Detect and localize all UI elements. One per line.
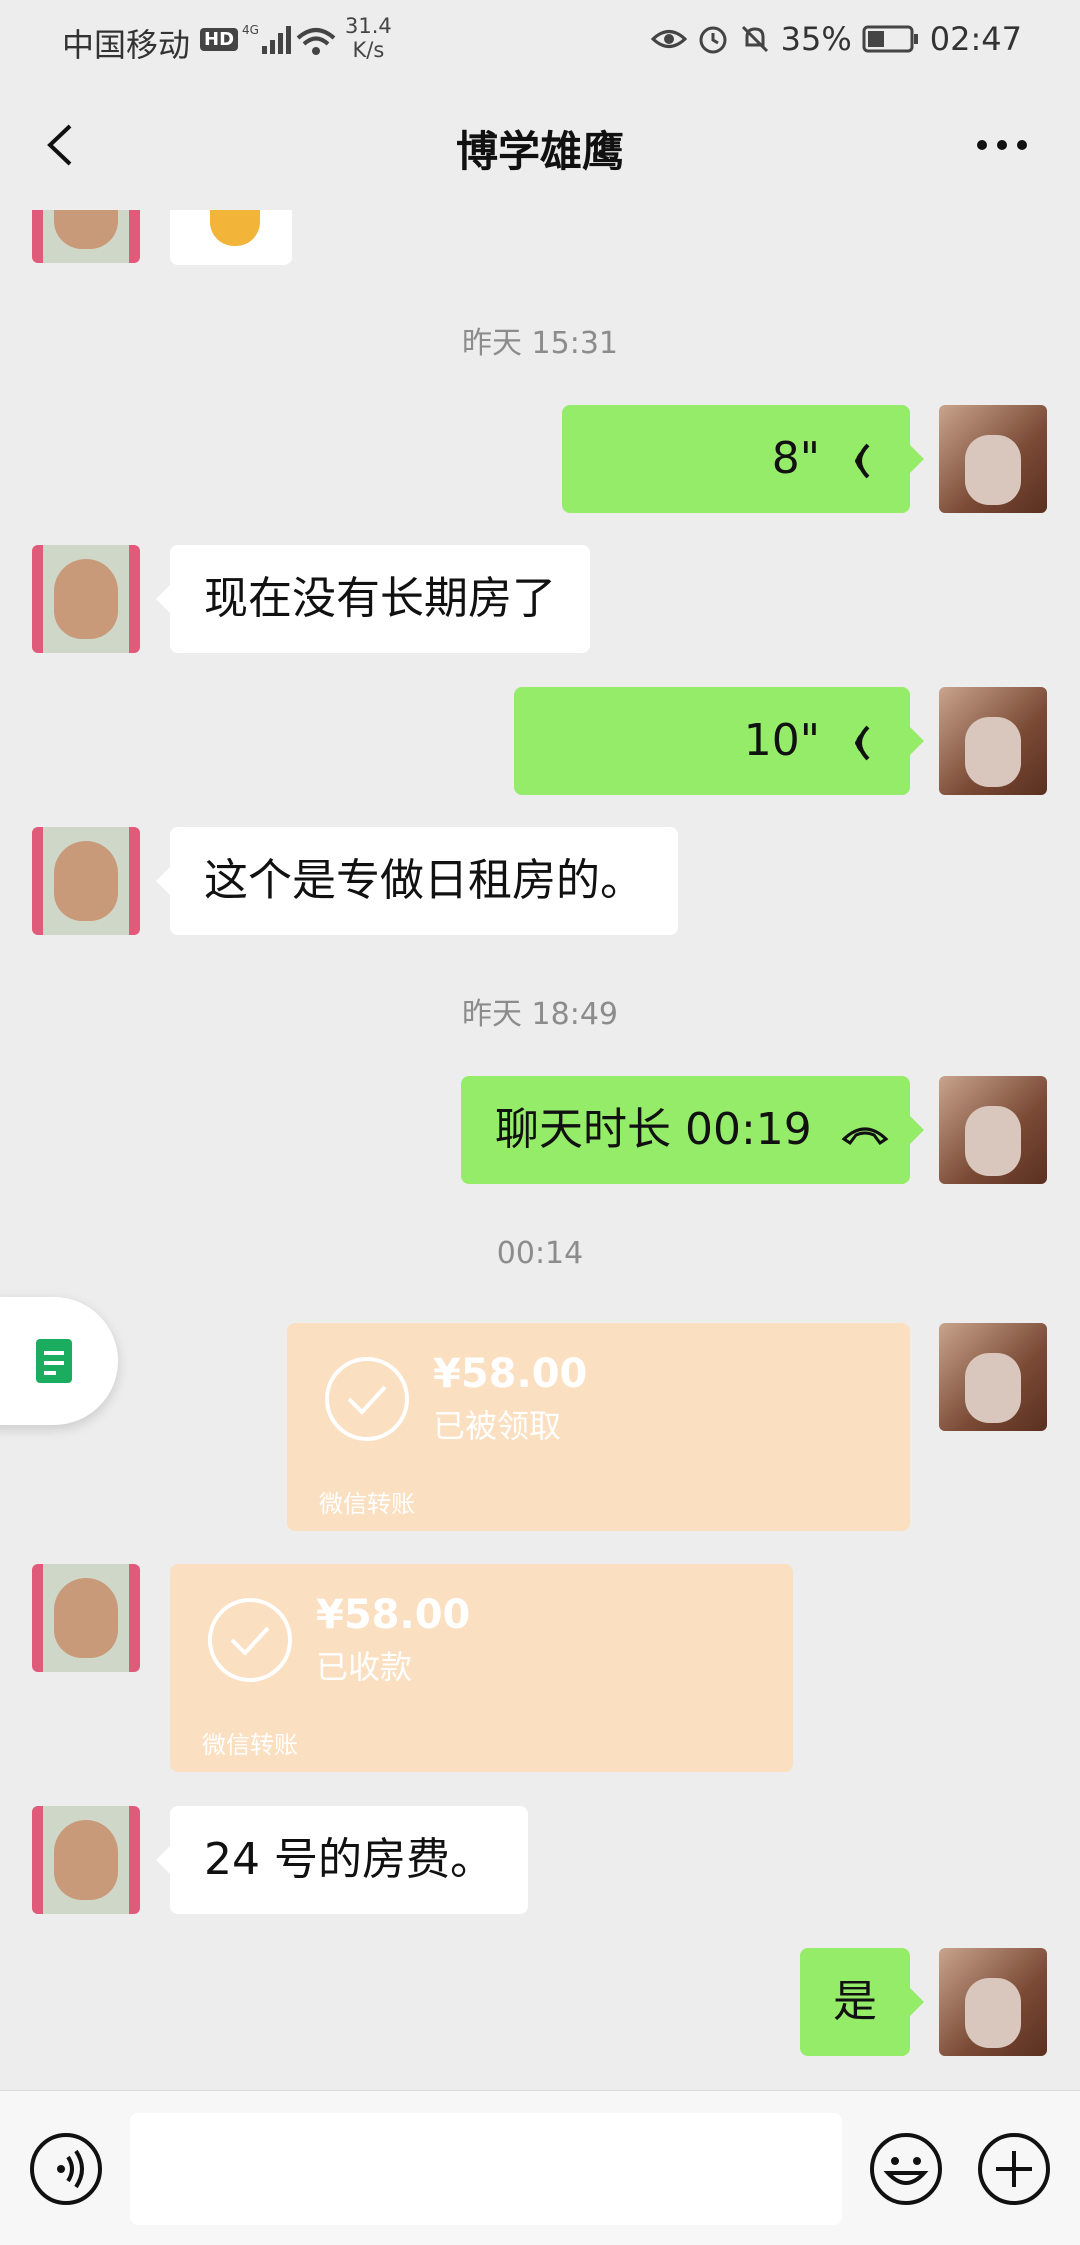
floating-doc-button[interactable] xyxy=(0,1297,118,1425)
voice-duration: 10" xyxy=(743,715,820,766)
input-bar xyxy=(0,2090,1080,2245)
my-avatar[interactable] xyxy=(939,405,1047,513)
timestamp: 00:14 xyxy=(496,1236,584,1271)
text-message[interactable]: 24 号的房费。 xyxy=(156,1806,528,1914)
voice-duration: 8" xyxy=(771,433,820,484)
my-avatar[interactable] xyxy=(939,1076,1047,1184)
voice-input-icon[interactable] xyxy=(28,2131,104,2207)
hd-badge: HD xyxy=(200,28,239,51)
carrier-label: 中国移动 xyxy=(62,26,191,64)
transfer-card[interactable]: ¥58.00 已收款 微信转账 xyxy=(170,1564,793,1772)
eye-icon xyxy=(650,30,687,48)
my-avatar[interactable] xyxy=(939,687,1047,795)
voice-message[interactable]: 10" xyxy=(514,687,924,795)
transfer-status: 已收款 xyxy=(316,1648,413,1686)
mute-icon xyxy=(741,25,768,53)
check-icon xyxy=(208,1598,292,1682)
call-record-message[interactable]: 聊天时长 00:19 xyxy=(461,1076,924,1184)
voice-message[interactable]: 8" xyxy=(562,405,924,513)
alarm-icon xyxy=(699,26,727,54)
net-speed-unit: K/s xyxy=(352,38,385,62)
title-bar: 博学雄鹰 xyxy=(0,80,1080,210)
text-message[interactable]: 现在没有长期房了 xyxy=(156,545,590,653)
transfer-card[interactable]: ¥58.00 已被领取 微信转账 xyxy=(287,1323,910,1531)
svg-text:4G: 4G xyxy=(242,23,259,37)
transfer-footer: 微信转账 xyxy=(319,1490,415,1518)
call-duration: 聊天时长 00:19 xyxy=(495,1104,812,1155)
sticker-bubble[interactable] xyxy=(170,210,292,265)
status-right: 35% 02:47 xyxy=(650,20,1022,58)
battery-percent: 35% xyxy=(780,20,852,58)
document-icon xyxy=(36,1339,72,1383)
my-avatar[interactable] xyxy=(939,1948,1047,2056)
sticker-icon xyxy=(210,210,260,246)
timestamp: 昨天 15:31 xyxy=(462,326,618,361)
chat-title: 博学雄鹰 xyxy=(455,127,624,176)
check-icon xyxy=(325,1357,409,1441)
signal-icon: 4G xyxy=(242,23,336,55)
status-bar: 中国移动 HD 4G 31.4 K/s 35% 02:47 xyxy=(0,0,1080,80)
more-icon[interactable] xyxy=(972,120,1032,170)
net-speed-value: 31.4 xyxy=(345,14,392,38)
clock: 02:47 xyxy=(929,20,1022,58)
timestamp: 昨天 18:49 xyxy=(462,997,618,1032)
message-input[interactable] xyxy=(130,2113,842,2225)
voice-wave-icon xyxy=(855,725,870,761)
text-message[interactable]: 这个是专做日租房的。 xyxy=(156,827,678,935)
transfer-amount: ¥58.00 xyxy=(433,1351,588,1397)
emoji-icon[interactable] xyxy=(868,2131,944,2207)
voice-wave-icon xyxy=(855,443,870,479)
text-message[interactable]: 是 xyxy=(800,1948,924,2056)
phone-hangup-icon xyxy=(841,1127,889,1146)
transfer-amount: ¥58.00 xyxy=(316,1592,471,1638)
plus-icon[interactable] xyxy=(976,2131,1052,2207)
my-avatar[interactable] xyxy=(939,1323,1047,1431)
battery-icon xyxy=(862,25,918,53)
contact-avatar[interactable] xyxy=(32,1564,140,1672)
contact-avatar[interactable] xyxy=(32,827,140,935)
transfer-status: 已被领取 xyxy=(433,1407,562,1445)
contact-avatar[interactable] xyxy=(32,1806,140,1914)
transfer-footer: 微信转账 xyxy=(202,1731,298,1759)
contact-avatar[interactable] xyxy=(32,545,140,653)
net-speed: 31.4 K/s xyxy=(345,14,392,62)
